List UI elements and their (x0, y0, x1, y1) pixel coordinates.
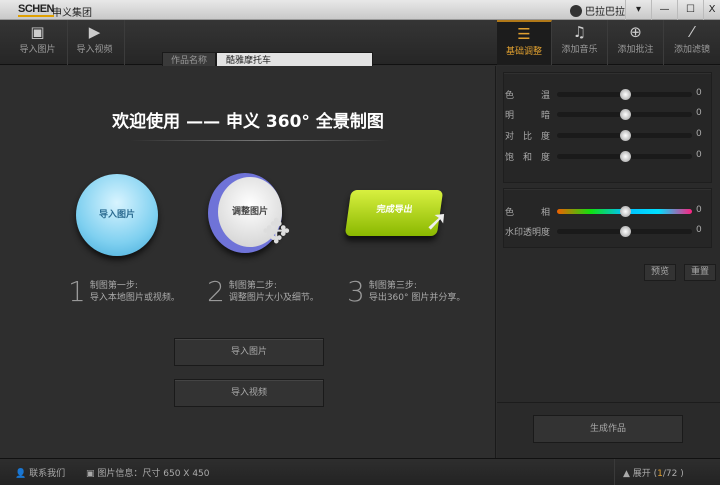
hue-group (503, 188, 712, 248)
preview-button[interactable]: 预览 (644, 264, 676, 281)
import-image-label: 导入图片 (19, 45, 56, 55)
slider-value: 0 (696, 150, 702, 160)
step-title: 制图第二步: (228, 281, 277, 291)
logo: SCHEN (18, 3, 55, 17)
tab-label: 添加批注 (617, 45, 654, 55)
slider-value: 0 (696, 129, 702, 139)
slider-handle[interactable] (619, 109, 631, 120)
slider-label: 饱和度 (505, 153, 550, 163)
import-video-tool[interactable]: ▶ 导入视频 (65, 20, 125, 65)
tab-basic-adjust[interactable]: ☰ 基础调整 (497, 20, 552, 65)
welcome-title: 欢迎使用 —— 申义 360° 全景制图 (112, 112, 384, 132)
import-image-button[interactable]: 导入图片 (174, 338, 324, 366)
step-1: 1 制图第一步: 导入本地图片或视频。 (68, 275, 180, 308)
tab-label: 添加滤镜 (673, 45, 710, 55)
sliders-icon: ☰ (517, 25, 531, 43)
import-image-graphic: 导入图片 (76, 174, 158, 256)
magic-wand-icon: ⁄ (690, 23, 694, 41)
import-video-label: 导入视频 (76, 45, 113, 55)
user-icon (570, 4, 582, 17)
slider-value: 0 (696, 225, 702, 235)
step-3: 3 制图第三步: 导出360° 图片并分享。 (347, 275, 466, 308)
slider-handle[interactable] (619, 130, 631, 141)
step-number: 1 (68, 275, 86, 308)
contact-link[interactable]: 👤 联系我们 (15, 466, 65, 479)
step-desc: 导出360° 图片并分享。 (368, 293, 466, 303)
slider-handle[interactable] (619, 206, 631, 217)
user-account[interactable]: 巴拉巴拉 (570, 3, 625, 18)
user-name: 巴拉巴拉 (585, 7, 625, 18)
annotation-add-icon: ⊕ (629, 23, 642, 41)
slider-handle[interactable] (619, 89, 631, 100)
video-add-icon: ▶ (88, 23, 101, 41)
adjust-slider[interactable] (557, 226, 692, 237)
tab-add-music[interactable]: ♫ 添加音乐 (552, 20, 608, 65)
page-total: /72 ) (662, 469, 684, 479)
adjust-slider[interactable] (557, 89, 692, 100)
user-icon: 👤 (15, 469, 27, 479)
slider-value: 0 (696, 88, 702, 98)
divider (497, 402, 720, 403)
expand-button[interactable]: ▲ 展开 (1/72 ) (614, 459, 684, 485)
image-add-icon: ▣ (30, 23, 45, 41)
slider-handle[interactable] (619, 226, 631, 237)
slider-label: 色温 (505, 91, 550, 101)
step-title: 制图第三步: (368, 281, 417, 291)
cursor-icon: ➚ (425, 204, 449, 237)
menu-button[interactable]: ▾ (625, 0, 651, 20)
step-desc: 导入本地图片或视频。 (89, 293, 180, 303)
image-info: ▣ 图片信息：尺寸 650 X 450 (86, 466, 210, 479)
expand-label: ▲ 展开 ( (623, 469, 658, 479)
reset-button[interactable]: 重置 (684, 264, 716, 281)
image-info-text: 图片信息：尺寸 650 X 450 (97, 469, 210, 479)
close-button[interactable]: X (703, 0, 720, 20)
maximize-button[interactable]: ☐ (677, 0, 703, 20)
app-name: 申义集团 (52, 8, 92, 19)
adjust-slider[interactable] (557, 206, 692, 217)
toolbar: ▣ 导入图片 ▶ 导入视频 作品名称 酷雅摩托车 ☰ 基础调整 ♫ 添加音乐 ⊕ 添加批注… (0, 20, 720, 71)
step-number: 2 (207, 275, 225, 308)
status-bar: 👤 联系我们 ▣ 图片信息：尺寸 650 X 450 ▲ 展开 (1/72 ) (0, 458, 720, 485)
slider-label: 明暗 (505, 111, 550, 121)
step-number: 3 (347, 275, 365, 308)
move-arrows-icon: ✥ (262, 212, 291, 252)
contact-label: 联系我们 (29, 469, 66, 479)
music-icon: ♫ (572, 23, 587, 41)
divider (130, 140, 390, 141)
tab-label: 添加音乐 (561, 45, 598, 55)
tab-label: 基础调整 (505, 47, 542, 57)
import-image-tool[interactable]: ▣ 导入图片 (8, 20, 68, 65)
import-video-button[interactable]: 导入视频 (174, 379, 324, 407)
slider-label: 水印透明度 (505, 228, 551, 238)
slider-label: 对比度 (505, 132, 550, 142)
slider-value: 0 (696, 108, 702, 118)
adjust-slider[interactable] (557, 130, 692, 141)
minimize-button[interactable]: — (651, 0, 677, 20)
step-title: 制图第一步: (89, 281, 138, 291)
step-desc: 调整图片大小及细节。 (228, 293, 319, 303)
tab-add-annotation[interactable]: ⊕ 添加批注 (608, 20, 664, 65)
title-bar: SCHEN 申义集团 巴拉巴拉 ▾ — ☐ X (0, 0, 720, 20)
slider-value: 0 (696, 205, 702, 215)
adjust-slider[interactable] (557, 109, 692, 120)
image-icon: ▣ (86, 469, 95, 479)
adjust-slider[interactable] (557, 151, 692, 162)
slider-handle[interactable] (619, 151, 631, 162)
generate-button[interactable]: 生成作品 (533, 415, 683, 443)
slider-label: 色相 (505, 208, 550, 218)
tab-add-filter[interactable]: ⁄ 添加滤镜 (664, 20, 720, 65)
step-2: 2 制图第二步: 调整图片大小及细节。 (207, 275, 319, 308)
